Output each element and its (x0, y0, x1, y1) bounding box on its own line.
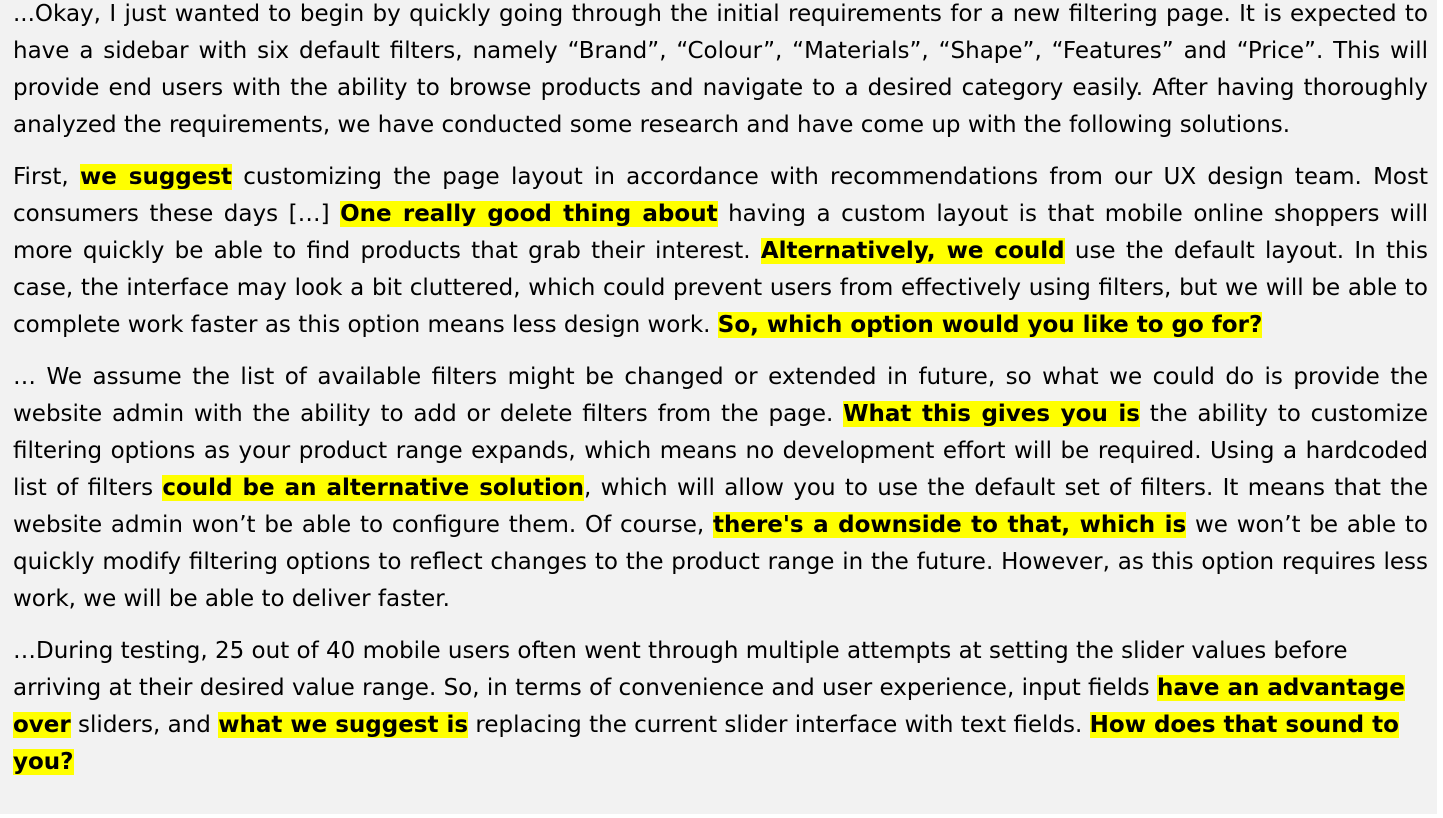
highlighted-phrase: Alternatively, we could (760, 238, 1065, 264)
highlighted-phrase: What this gives you is (843, 401, 1140, 427)
text-segment: replacing the current slider interface w… (468, 712, 1090, 738)
text-segment: …During testing, 25 out of 40 mobile use… (13, 638, 1348, 701)
highlighted-phrase: One really good thing about (340, 201, 718, 227)
highlighted-phrase: there's a downside to that, which is (712, 512, 1187, 538)
paragraph-testing: …During testing, 25 out of 40 mobile use… (13, 633, 1428, 781)
text-segment: First, (13, 164, 80, 190)
highlighted-phrase: could be an alternative solution (162, 475, 585, 501)
highlighted-phrase: we suggest (79, 164, 233, 190)
document-page: ...Okay, I just wanted to begin by quick… (0, 0, 1437, 814)
text-segment: ...Okay, I just wanted to begin by quick… (13, 1, 1428, 138)
paragraph-filter-admin: … We assume the list of available filter… (13, 359, 1428, 618)
highlighted-phrase: So, which option would you like to go fo… (717, 312, 1263, 338)
text-segment: sliders, and (70, 712, 219, 738)
highlighted-phrase: what we suggest is (218, 712, 469, 738)
paragraph-intro: ...Okay, I just wanted to begin by quick… (13, 0, 1428, 144)
paragraph-layout-options: First, we suggest customizing the page l… (13, 159, 1428, 344)
